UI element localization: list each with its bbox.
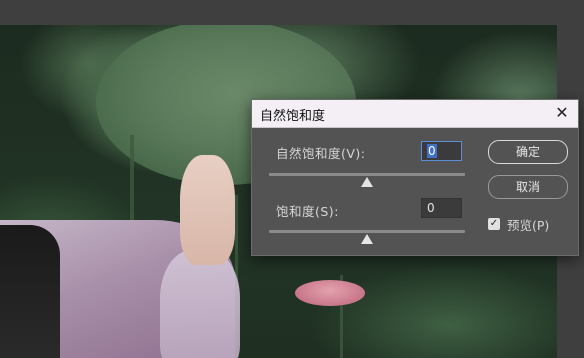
- saturation-slider-track[interactable]: [269, 230, 465, 233]
- raised-hand: [180, 155, 235, 265]
- vibrance-input[interactable]: 0: [421, 141, 462, 161]
- preview-checkbox[interactable]: ✓: [488, 218, 500, 230]
- dialog-titlebar[interactable]: 自然饱和度 ✕: [252, 100, 578, 128]
- vibrance-label: 自然饱和度(V):: [276, 146, 366, 161]
- sleeve: [160, 250, 240, 358]
- checkmark-icon: ✓: [489, 218, 499, 229]
- preview-label[interactable]: 预览(P): [507, 215, 549, 234]
- saturation-input[interactable]: 0: [421, 198, 462, 218]
- close-icon[interactable]: ✕: [552, 103, 572, 123]
- dialog-title: 自然饱和度: [260, 109, 326, 124]
- saturation-slider-thumb-icon[interactable]: [361, 234, 373, 244]
- lotus-bud: [295, 280, 365, 306]
- hair: [0, 225, 60, 358]
- vibrance-slider-track[interactable]: [269, 173, 465, 176]
- ok-button[interactable]: 确定: [488, 140, 568, 164]
- saturation-label: 饱和度(S):: [276, 204, 339, 219]
- vibrance-dialog: 自然饱和度 ✕ 自然饱和度(V): 0 饱和度(S): 0 确定 取消 ✓ 预览…: [251, 99, 579, 256]
- cancel-button[interactable]: 取消: [488, 175, 568, 199]
- vibrance-slider-thumb-icon[interactable]: [361, 177, 373, 187]
